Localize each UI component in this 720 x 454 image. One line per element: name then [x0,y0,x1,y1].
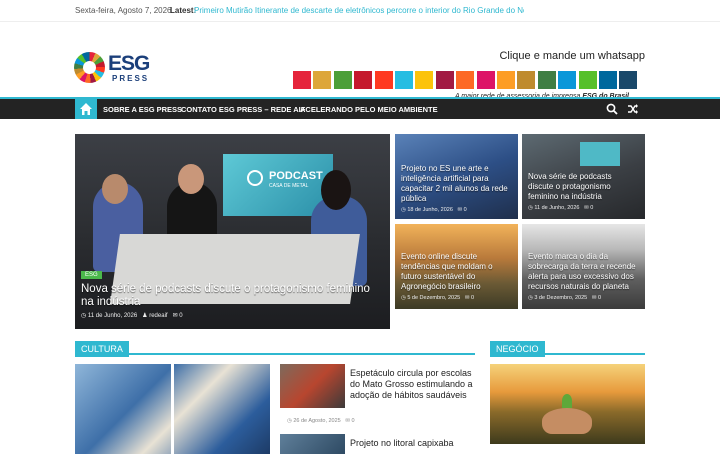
nav-home-button[interactable] [75,99,97,119]
mini-screen [580,142,620,166]
sdg-goal-15-icon [578,71,597,89]
cultura-featured-image[interactable] [75,364,270,454]
article-meta: ◷ 5 de Dezembro, 2025 ✉ 0 [401,295,475,301]
grid-article-4[interactable]: Evento marca o dia da sobrecarga da terr… [522,224,645,309]
current-date: Sexta-feira, Agosto 7, 2026 [75,6,172,15]
section-negocio-label[interactable]: NEGÓCIO [490,341,545,357]
person-left-head [102,174,128,204]
section-cultura-label[interactable]: CULTURA [75,341,129,357]
category-tag[interactable]: ESG [81,271,102,279]
article-title[interactable]: Evento marca o dia da sobrecarga da terr… [528,252,639,292]
screen-title: PODCAST [269,170,323,182]
image-divider [171,364,174,454]
sdg-goal-17-icon [619,71,638,89]
logo-subtext: PRESS [112,74,150,83]
whatsapp-link[interactable]: Clique e mande um whatsapp [499,50,645,62]
article-thumb[interactable] [280,434,345,454]
article-title[interactable]: Espetáculo circula por escolas do Mato G… [350,368,480,401]
article-meta: ◷ 3 de Dezembro, 2025 ✉ 0 [528,295,602,301]
article-meta: ◷ 11 de Junho, 2026 ✉ 0 [528,205,594,211]
news-ticker-link[interactable]: Primeiro Mutirão Itinerante de descarte … [194,6,524,15]
screen-logo-icon [247,170,263,186]
grid-article-1[interactable]: Projeto no ES une arte e inteligência ar… [395,134,518,219]
top-bar: Sexta-feira, Agosto 7, 2026 Latest: Prim… [0,0,720,22]
nav-item-contato[interactable]: CONTATO ESG PRESS – REDE AIF [181,105,305,114]
person-right-head [321,170,351,210]
sdg-goal-16-icon [599,71,617,89]
site-header: ESG PRESS Clique e mande um whatsapp A m… [0,22,720,100]
logo-text: ESG [108,52,150,75]
nav-item-sobre[interactable]: SOBRE A ESG PRESS [103,105,182,114]
article-meta: ◷ 18 de Junho, 2026 ✉ 0 [401,207,467,213]
sdg-goal-14-icon [558,71,577,89]
section-negocio-header: NEGÓCIO [490,339,645,357]
main-nav: SOBRE A ESG PRESS CONTATO ESG PRESS – RE… [0,97,720,119]
sdg-goal-3-icon [333,71,352,89]
home-icon [80,103,92,115]
sdg-wheel-icon [74,52,105,83]
sdg-goal-4-icon [354,71,373,89]
sdg-goal-5-icon [374,71,393,89]
sdg-goal-7-icon [415,71,434,89]
sdg-goal-8-icon [435,71,454,89]
article-thumb[interactable] [280,364,345,408]
featured-article[interactable]: PODCAST CASA DE METAL ESG Nova série de … [75,134,390,329]
sdg-goal-10-icon [476,71,495,89]
negocio-featured-image[interactable] [490,364,645,444]
person-center-head [178,164,204,194]
sdg-goal-12-icon [517,71,536,89]
cultura-article-1[interactable]: Espetáculo circula por escolas do Mato G… [350,368,480,401]
sprout-icon [562,394,572,408]
section-cultura-header: CULTURA [75,339,475,357]
nav-item-acelerando[interactable]: ACELERANDO PELO MEIO AMBIENTE [300,105,438,114]
grid-article-3[interactable]: Evento online discute tendências que mol… [395,224,518,309]
featured-title[interactable]: Nova série de podcasts discute o protago… [81,283,384,309]
grid-article-2[interactable]: Nova série de podcasts discute o protago… [522,134,645,219]
hands-icon [542,408,592,434]
featured-meta: ◷ 11 de Junho, 2026 ♟ redeaif ✉ 0 [81,313,183,319]
sdg-goal-2-icon [313,71,332,89]
article-title[interactable]: Nova série de podcasts discute o protago… [528,172,639,202]
screen-subtitle: CASA DE METAL [269,183,309,189]
sdg-goal-9-icon [456,71,475,89]
article-title[interactable]: Projeto no ES une arte e inteligência ar… [401,164,512,204]
search-icon[interactable] [606,103,618,115]
sdg-goal-1-icon [293,71,311,89]
site-logo[interactable]: ESG PRESS [74,52,154,84]
article-title[interactable]: Projeto no litoral capixaba [350,438,480,449]
article-title[interactable]: Evento online discute tendências que mol… [401,252,512,292]
latest-label: Latest: [170,6,197,15]
shuffle-icon[interactable] [627,103,639,115]
sdg-goal-11-icon [497,71,515,89]
sdg-goal-13-icon [537,71,556,89]
sdg-goal-6-icon [395,71,413,89]
cultura-article-1-meta: ◷ 26 de Agosto, 2025 ✉ 0 [287,418,355,424]
cultura-article-2[interactable]: Projeto no litoral capixaba [350,438,480,449]
